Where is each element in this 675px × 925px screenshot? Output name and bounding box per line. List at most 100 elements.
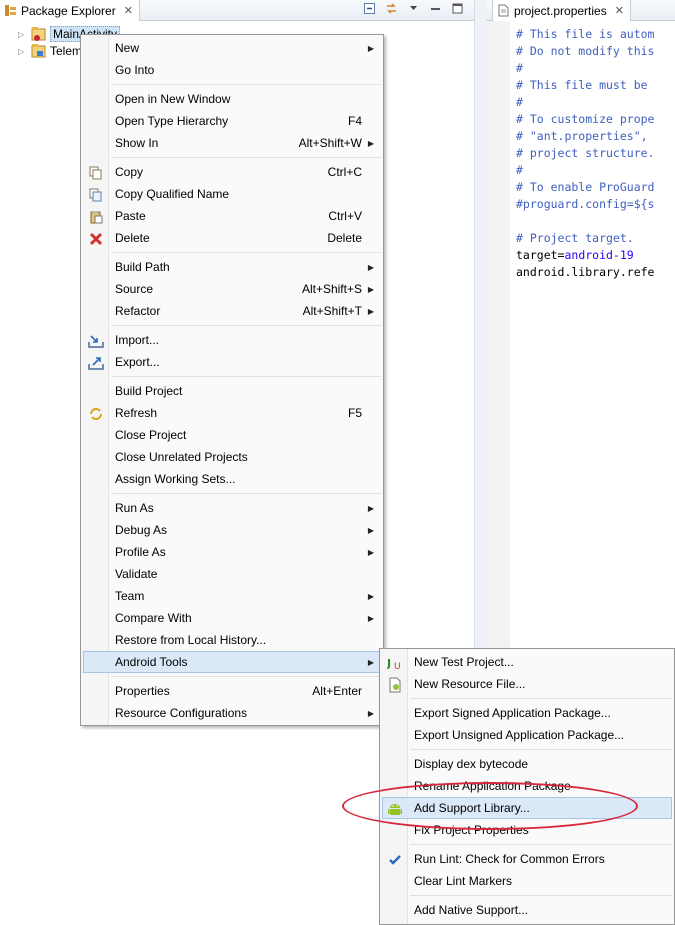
menu-item-debug-as[interactable]: Debug As ▶ — [83, 519, 381, 541]
menu-item-clear-lint-markers[interactable]: Clear Lint Markers — [382, 870, 672, 892]
submenu-arrow-icon: ▶ — [367, 525, 374, 535]
menu-item-resource-configurations[interactable]: Resource Configurations ▶ — [83, 702, 381, 724]
submenu-arrow-icon: ▶ — [367, 503, 374, 513]
code-line: # "ant.properties", — [516, 129, 648, 143]
export-icon — [88, 355, 104, 371]
menu-item-add-native-support[interactable]: Add Native Support... — [382, 899, 672, 921]
expand-arrow-icon[interactable]: ▷ — [18, 47, 28, 56]
close-icon[interactable]: ✕ — [615, 4, 624, 17]
collapse-all-icon[interactable] — [363, 2, 376, 15]
menu-item-build-project[interactable]: Build Project — [83, 380, 381, 402]
menu-item-label: Rename Application Package — [414, 779, 571, 793]
menu-item-label: Assign Working Sets... — [115, 472, 236, 486]
menu-item-build-path[interactable]: Build Path ▶ — [83, 256, 381, 278]
menu-item-shortcut: Alt+Shift+T — [302, 304, 362, 318]
menu-item-run-lint-check-for-common-errors[interactable]: Run Lint: Check for Common Errors — [382, 848, 672, 870]
package-explorer-tab[interactable]: Package Explorer ✕ — [0, 0, 140, 21]
code-line: # — [516, 61, 523, 75]
menu-item-new-resource-file[interactable]: New Resource File... — [382, 673, 672, 695]
menu-item-validate[interactable]: Validate — [83, 563, 381, 585]
menu-item-import[interactable]: Import... — [83, 329, 381, 351]
submenu-arrow-icon: ▶ — [367, 306, 374, 316]
menu-item-shortcut: F4 — [347, 114, 362, 128]
view-menu-icon[interactable] — [407, 2, 420, 15]
menu-separator — [410, 698, 672, 699]
menu-item-team[interactable]: Team ▶ — [83, 585, 381, 607]
menu-item-android-tools[interactable]: Android Tools ▶ — [83, 651, 381, 673]
menu-item-copy[interactable]: Copy Ctrl+C — [83, 161, 381, 183]
svg-text:J: J — [387, 657, 391, 670]
menu-item-label: New — [115, 41, 140, 55]
code-line: # This file is autom — [516, 27, 655, 41]
menu-item-paste[interactable]: Paste Ctrl+V — [83, 205, 381, 227]
menu-item-label: Android Tools — [115, 655, 188, 669]
menu-item-go-into[interactable]: Go Into — [83, 59, 381, 81]
android-project-icon — [31, 27, 46, 41]
link-with-editor-icon[interactable] — [385, 2, 398, 15]
menu-item-properties[interactable]: Properties Alt+Enter — [83, 680, 381, 702]
copy-qualified-icon — [88, 187, 104, 203]
code-line: # — [516, 163, 523, 177]
import-icon — [88, 333, 104, 349]
minimize-icon[interactable] — [429, 2, 442, 15]
menu-item-rename-application-package[interactable]: Rename Application Package — [382, 775, 672, 797]
menu-item-show-in[interactable]: Show In Alt+Shift+W ▶ — [83, 132, 381, 154]
menu-item-label: Validate — [115, 567, 158, 581]
code-line: android.library.refe — [516, 265, 655, 279]
editor-tab[interactable]: project.properties ✕ — [492, 0, 631, 21]
code-line: # — [516, 95, 523, 109]
menu-item-new[interactable]: New ▶ — [83, 37, 381, 59]
menu-separator — [111, 325, 381, 326]
delete-icon — [88, 231, 104, 247]
menu-item-source[interactable]: Source Alt+Shift+S ▶ — [83, 278, 381, 300]
menu-item-new-test-project[interactable]: J U New Test Project... — [382, 651, 672, 673]
menu-item-compare-with[interactable]: Compare With ▶ — [83, 607, 381, 629]
editor-tabbar: project.properties ✕ — [486, 0, 675, 21]
package-explorer-tabbar: Package Explorer ✕ — [0, 0, 474, 21]
menu-item-export[interactable]: Export... — [83, 351, 381, 373]
menu-separator — [111, 252, 381, 253]
menu-item-fix-project-properties[interactable]: Fix Project Properties — [382, 819, 672, 841]
menu-item-label: Resource Configurations — [115, 706, 248, 720]
menu-item-label: Add Support Library... — [414, 801, 530, 815]
menu-separator — [111, 676, 381, 677]
menu-item-shortcut: Alt+Shift+W — [298, 136, 362, 150]
menu-item-close-unrelated-projects[interactable]: Close Unrelated Projects — [83, 446, 381, 468]
menu-item-label: Team — [115, 589, 145, 603]
tree-item-telem[interactable]: ▷ Telem — [18, 42, 82, 60]
menu-item-restore-from-local-history[interactable]: Restore from Local History... — [83, 629, 381, 651]
menu-item-display-dex-bytecode[interactable]: Display dex bytecode — [382, 753, 672, 775]
menu-item-refactor[interactable]: Refactor Alt+Shift+T ▶ — [83, 300, 381, 322]
menu-item-delete[interactable]: Delete Delete — [83, 227, 381, 249]
menu-item-label: Display dex bytecode — [414, 757, 529, 771]
menu-item-shortcut: Ctrl+C — [327, 165, 362, 179]
expand-arrow-icon[interactable]: ▷ — [18, 30, 28, 39]
close-icon[interactable]: ✕ — [124, 4, 133, 17]
maximize-icon[interactable] — [451, 2, 464, 15]
menu-item-label: Close Unrelated Projects — [115, 450, 248, 464]
editor-text-area[interactable]: # This file is autom # Do not modify this… — [516, 26, 654, 281]
android-icon — [387, 801, 403, 817]
properties-file-icon — [498, 4, 509, 17]
menu-item-copy-qualified-name[interactable]: Copy Qualified Name — [83, 183, 381, 205]
menu-item-open-in-new-window[interactable]: Open in New Window — [83, 88, 381, 110]
code-line: # project structure. — [516, 146, 655, 160]
menu-item-export-signed-application-package[interactable]: Export Signed Application Package... — [382, 702, 672, 724]
menu-item-open-type-hierarchy[interactable]: Open Type Hierarchy F4 — [83, 110, 381, 132]
menu-item-shortcut: Ctrl+V — [328, 209, 362, 223]
menu-item-close-project[interactable]: Close Project — [83, 424, 381, 446]
menu-item-run-as[interactable]: Run As ▶ — [83, 497, 381, 519]
menu-item-add-support-library[interactable]: Add Support Library... — [382, 797, 672, 819]
menu-item-label: Restore from Local History... — [115, 633, 267, 647]
menu-item-label: Open in New Window — [115, 92, 231, 106]
submenu-arrow-icon: ▶ — [367, 43, 374, 53]
menu-item-assign-working-sets[interactable]: Assign Working Sets... — [83, 468, 381, 490]
menu-separator — [111, 376, 381, 377]
menu-item-export-unsigned-application-package[interactable]: Export Unsigned Application Package... — [382, 724, 672, 746]
tree-item-label: Telem — [50, 44, 83, 58]
menu-item-label: New Resource File... — [414, 677, 526, 691]
code-line: # To customize prope — [516, 112, 655, 126]
menu-item-profile-as[interactable]: Profile As ▶ — [83, 541, 381, 563]
submenu-arrow-icon: ▶ — [367, 657, 374, 667]
menu-item-refresh[interactable]: Refresh F5 — [83, 402, 381, 424]
